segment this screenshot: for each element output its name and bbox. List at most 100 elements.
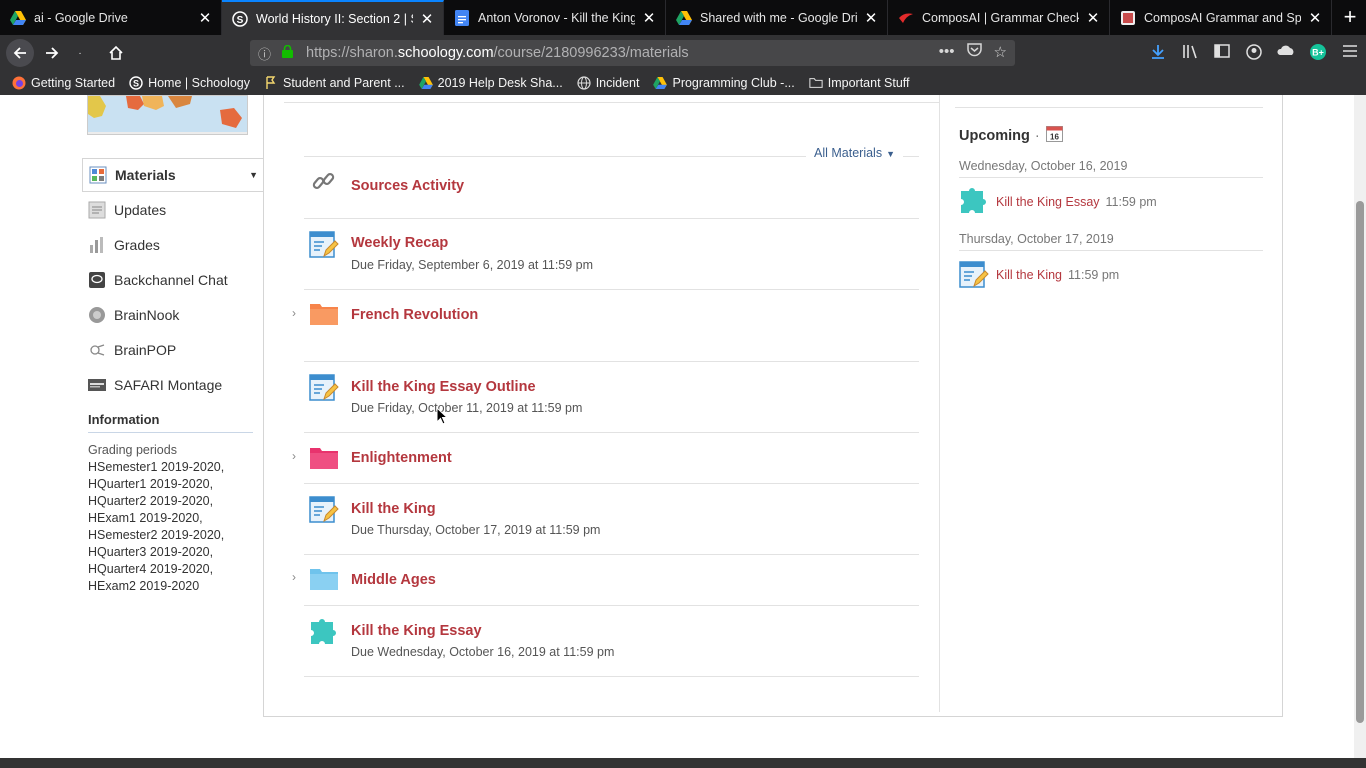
tab-world-history[interactable]: S World History II: Section 2 | Sch ✕ bbox=[222, 0, 444, 35]
home-button[interactable] bbox=[102, 39, 130, 67]
grading-period: HExam2 2019-2020 bbox=[88, 579, 200, 593]
material-due-date: Due Wednesday, October 16, 2019 at 11:59… bbox=[351, 645, 615, 659]
bookmark-getting-started[interactable]: Getting Started bbox=[12, 76, 115, 90]
downloads-icon[interactable] bbox=[1142, 44, 1174, 64]
bookmarks-toolbar: Getting Started S Home | Schoology Stude… bbox=[0, 71, 1366, 95]
extension-icon[interactable] bbox=[1270, 44, 1302, 64]
material-title[interactable]: Enlightenment bbox=[351, 450, 452, 466]
material-row-folder[interactable]: › Enlightenment bbox=[292, 433, 919, 484]
chevron-right-icon[interactable]: › bbox=[292, 570, 296, 584]
close-tab-icon[interactable]: ✕ bbox=[641, 9, 657, 27]
assignment-icon bbox=[959, 261, 989, 288]
back-button[interactable] bbox=[6, 39, 34, 67]
grammarly-extension-icon[interactable]: B+ bbox=[1302, 44, 1334, 64]
divider bbox=[284, 102, 939, 103]
grades-icon bbox=[88, 236, 106, 254]
close-tab-icon[interactable]: ✕ bbox=[1307, 9, 1323, 27]
pocket-icon[interactable] bbox=[966, 43, 982, 61]
composai-icon bbox=[898, 10, 914, 26]
sidebar-icon[interactable] bbox=[1206, 44, 1238, 64]
material-row-link[interactable]: Sources Activity bbox=[304, 157, 919, 219]
sidebar-item-materials[interactable]: Materials ▼ bbox=[82, 158, 264, 192]
tab-shared-with-me[interactable]: Shared with me - Google Drive ✕ bbox=[666, 0, 888, 35]
chevron-right-icon[interactable]: › bbox=[292, 449, 296, 463]
material-row-folder[interactable]: › French Revolution bbox=[292, 290, 919, 362]
bookmark-folder-important-stuff[interactable]: Important Stuff bbox=[809, 76, 910, 90]
sidebar-item-brainpop[interactable]: BrainPOP bbox=[82, 332, 264, 367]
tab-composai-checker[interactable]: ComposAI | Grammar Checker ✕ bbox=[888, 0, 1110, 35]
close-tab-icon[interactable]: ✕ bbox=[1085, 9, 1101, 27]
bookmark-star-icon[interactable]: ☆ bbox=[994, 43, 1007, 61]
calendar-icon[interactable]: 16 bbox=[1045, 125, 1063, 146]
home-icon bbox=[109, 45, 123, 60]
new-tab-button[interactable]: + bbox=[1334, 0, 1366, 35]
information-heading: Information bbox=[88, 412, 253, 433]
bookmark-label: 2019 Help Desk Sha... bbox=[437, 76, 563, 90]
material-row-assignment[interactable]: Kill the King Due Thursday, October 17, … bbox=[304, 484, 919, 555]
page-actions-icon[interactable]: ••• bbox=[939, 43, 955, 61]
sidebar-item-label: Backchannel Chat bbox=[114, 271, 228, 288]
material-title[interactable]: French Revolution bbox=[351, 307, 478, 323]
materials-icon bbox=[89, 166, 107, 184]
lock-icon[interactable] bbox=[282, 44, 296, 62]
material-row-assignment[interactable]: Weekly Recap Due Friday, September 6, 20… bbox=[304, 219, 919, 290]
account-icon[interactable] bbox=[1238, 44, 1270, 64]
material-title[interactable]: Kill the King bbox=[351, 501, 436, 517]
info-icon[interactable]: ⓘ bbox=[258, 44, 278, 63]
close-tab-icon[interactable]: ✕ bbox=[419, 10, 435, 28]
upcoming-item-time: 11:59 pm bbox=[1068, 268, 1120, 282]
tab-google-drive-ai[interactable]: ai - Google Drive ✕ bbox=[0, 0, 222, 35]
bookmark-incident[interactable]: Incident bbox=[577, 76, 640, 90]
google-drive-icon bbox=[10, 10, 26, 26]
close-tab-icon[interactable]: ✕ bbox=[863, 9, 879, 27]
material-row-assignment[interactable]: Kill the King Essay Outline Due Friday, … bbox=[304, 362, 919, 433]
forward-button[interactable] bbox=[38, 39, 66, 67]
bookmark-programming-club[interactable]: Programming Club -... bbox=[653, 76, 795, 90]
chevron-right-icon[interactable]: › bbox=[292, 306, 296, 320]
material-title[interactable]: Middle Ages bbox=[351, 572, 436, 588]
material-row-external-tool[interactable]: Kill the King Essay Due Wednesday, Octob… bbox=[304, 606, 919, 677]
upcoming-item-title[interactable]: Kill the King Essay bbox=[996, 195, 1100, 209]
firefox-icon bbox=[12, 76, 26, 90]
page-scrollbar[interactable] bbox=[1354, 95, 1366, 758]
upcoming-item-title[interactable]: Kill the King bbox=[996, 268, 1062, 282]
upcoming-item[interactable]: Kill the King 11:59 pm bbox=[959, 260, 1119, 290]
sidebar-item-updates[interactable]: Updates bbox=[82, 192, 264, 227]
address-bar[interactable]: ⓘ https://sharon. schoology.com/course/21… bbox=[250, 40, 1015, 66]
course-profile-map-image[interactable] bbox=[87, 95, 248, 135]
folder-pink-icon bbox=[310, 448, 338, 469]
library-icon[interactable] bbox=[1174, 44, 1206, 64]
material-title[interactable]: Weekly Recap bbox=[351, 235, 448, 251]
close-tab-icon[interactable]: ✕ bbox=[197, 9, 213, 27]
sidebar-item-grades[interactable]: Grades bbox=[82, 227, 264, 262]
course-left-nav: Materials ▼ Updates Grades Backchannel C… bbox=[82, 158, 264, 402]
globe-icon bbox=[577, 76, 591, 90]
menu-icon[interactable] bbox=[1334, 44, 1366, 64]
bookmark-home-schoology[interactable]: S Home | Schoology bbox=[129, 76, 250, 90]
bookmark-label: Important Stuff bbox=[827, 76, 910, 90]
bookmark-label: Incident bbox=[595, 76, 640, 90]
bookmark-help-desk[interactable]: 2019 Help Desk Sha... bbox=[418, 76, 563, 90]
bookmark-student-parent[interactable]: Student and Parent ... bbox=[264, 76, 405, 90]
material-title[interactable]: Sources Activity bbox=[351, 178, 464, 194]
bookmark-label: Student and Parent ... bbox=[283, 76, 405, 90]
grading-period: HSemester2 2019-2020, bbox=[88, 528, 225, 542]
reload-spinner-icon[interactable]: · bbox=[66, 39, 94, 67]
material-due-date: Due Thursday, October 17, 2019 at 11:59 … bbox=[351, 523, 601, 537]
material-title[interactable]: Kill the King Essay Outline bbox=[351, 379, 536, 395]
folder-icon bbox=[809, 76, 823, 90]
upcoming-item[interactable]: Kill the King Essay 11:59 pm bbox=[959, 187, 1157, 217]
material-row-folder[interactable]: › Middle Ages bbox=[292, 555, 919, 606]
tab-google-doc[interactable]: Anton Voronov - Kill the King E ✕ bbox=[444, 0, 666, 35]
sidebar-item-safari-montage[interactable]: SAFARI Montage bbox=[82, 367, 264, 402]
tab-title: ComposAI Grammar and Spell bbox=[1144, 10, 1301, 25]
material-title[interactable]: Kill the King Essay bbox=[351, 623, 482, 639]
updates-icon bbox=[88, 201, 106, 219]
sidebar-item-label: Materials bbox=[115, 167, 176, 183]
grading-period: HQuarter3 2019-2020, bbox=[88, 545, 214, 559]
sidebar-item-backchannel-chat[interactable]: Backchannel Chat bbox=[82, 262, 264, 297]
tab-composai-spell[interactable]: ComposAI Grammar and Spell ✕ bbox=[1110, 0, 1332, 35]
sidebar-item-brainnook[interactable]: BrainNook bbox=[82, 297, 264, 332]
caret-down-icon[interactable]: ▼ bbox=[249, 170, 258, 180]
scrollbar-thumb[interactable] bbox=[1356, 201, 1364, 723]
